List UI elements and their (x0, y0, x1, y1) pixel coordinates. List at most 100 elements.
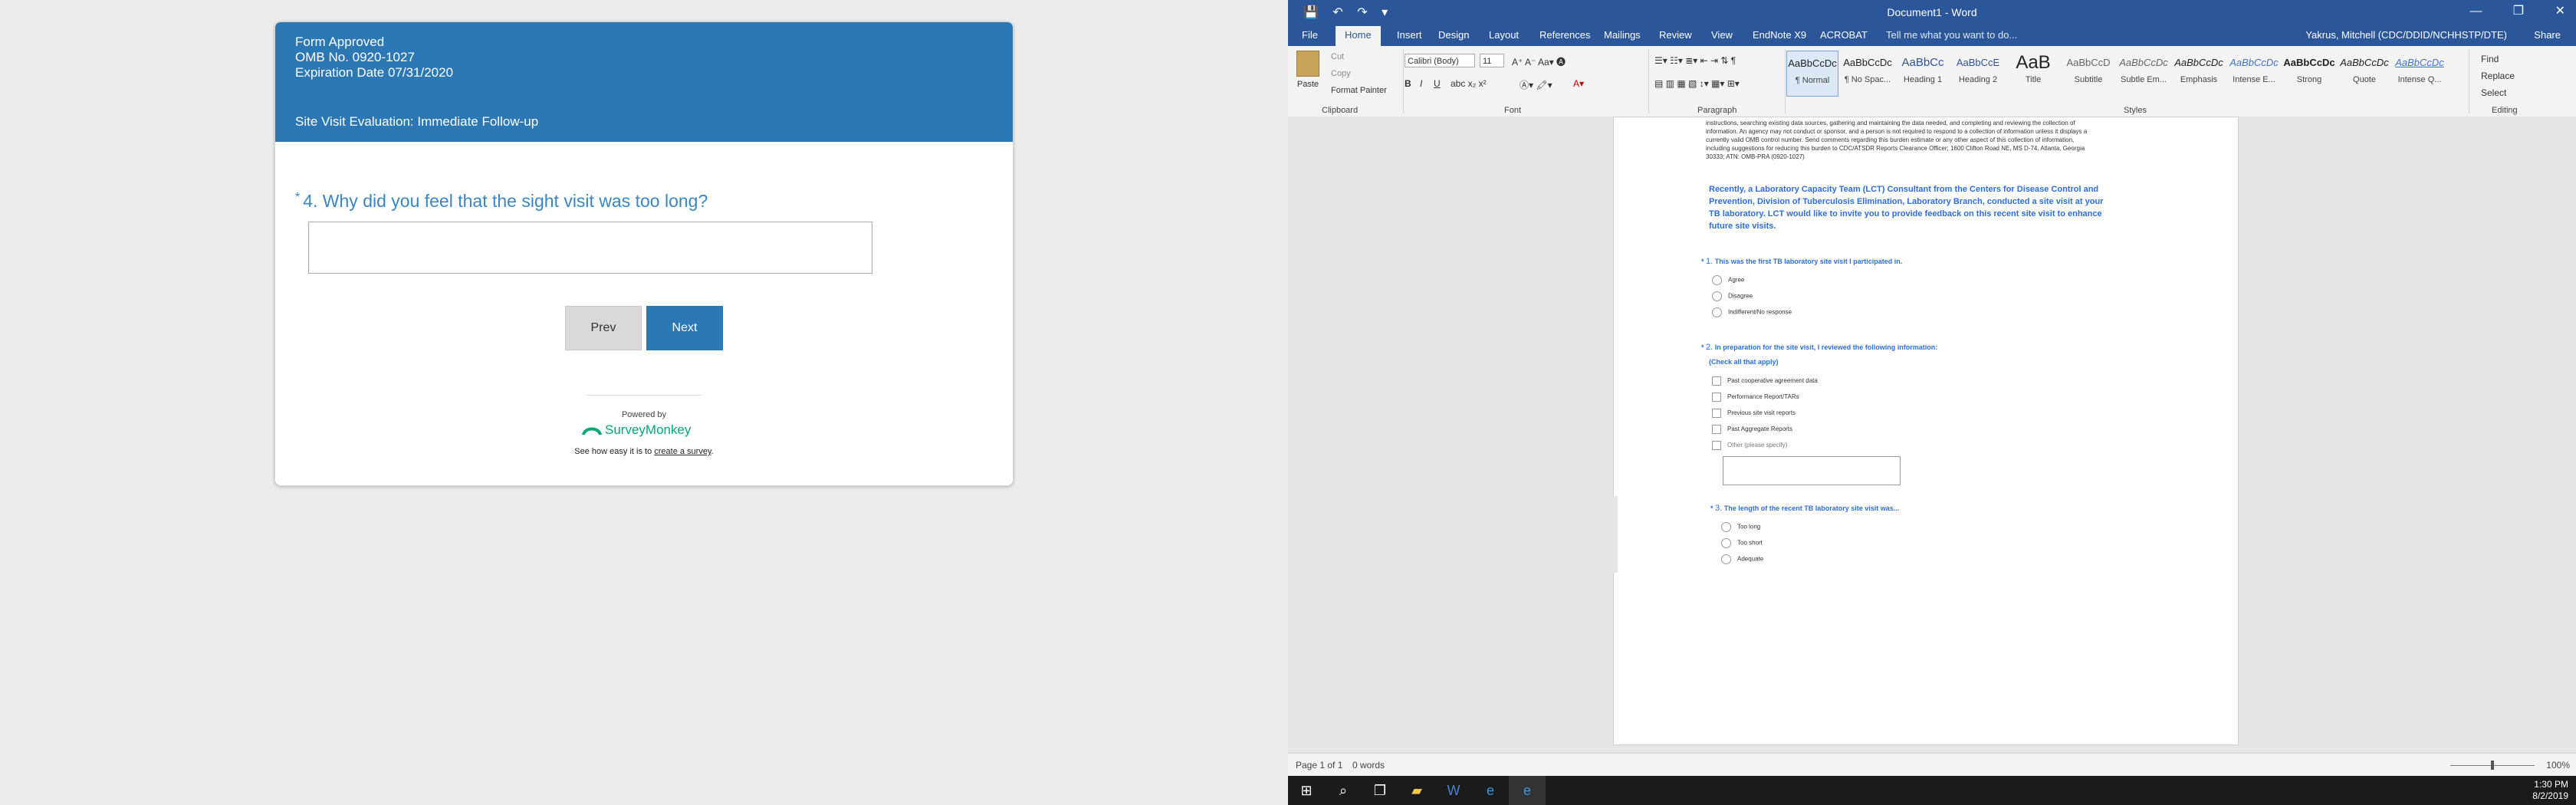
alignment-icons[interactable]: ▤ ▥ ▦ ▧ ↕▾ ▦▾ ⊞▾ (1654, 78, 1740, 89)
q2-option[interactable]: Past Aggregate Reports (1712, 425, 1792, 434)
next-button[interactable]: Next (646, 306, 723, 350)
style-subtitle[interactable]: AaBbCcD Subtitle (2062, 51, 2114, 97)
restore-icon[interactable]: ❐ (2513, 5, 2524, 18)
style-subtle-emphasis[interactable]: AaBbCcDc Subtle Em... (2118, 51, 2170, 97)
q2-option[interactable]: Performance Report/TARs (1712, 393, 1799, 402)
q2-option-other[interactable]: Other (please specify) (1712, 441, 1787, 450)
bold-icon[interactable]: B (1405, 78, 1411, 89)
zoom-slider-thumb[interactable] (2491, 761, 2494, 770)
intro-line: Recently, a Laboratory Capacity Team (LC… (1709, 185, 2099, 194)
tab-insert[interactable]: Insert (1397, 29, 1422, 41)
document-canvas[interactable]: instructions, searching existing data so… (1288, 117, 2576, 753)
page-count[interactable]: Page 1 of 1 (1296, 760, 1342, 770)
form-approved-text: Form Approved (295, 34, 385, 49)
format-painter-button[interactable]: Format Painter (1331, 86, 1387, 95)
answer-textbox[interactable] (308, 222, 872, 274)
font-name-box[interactable]: Calibri (Body) (1405, 54, 1475, 67)
see-how-prefix: See how easy it is to (574, 447, 655, 456)
tab-review[interactable]: Review (1659, 29, 1692, 41)
style-quote[interactable]: AaBbCcDc Quote (2338, 51, 2390, 97)
edge-browser-icon[interactable]: e (1472, 776, 1509, 805)
group-separator (1648, 49, 1649, 113)
prev-button[interactable]: Prev (565, 306, 642, 350)
q1-option[interactable]: Agree (1712, 275, 1744, 285)
font-group: Calibri (Body) 11 A⁺ A⁻ Aa▾ 🅐 B I U abc … (1405, 46, 1642, 117)
radio-icon (1712, 307, 1722, 317)
tab-acrobat[interactable]: ACROBAT (1820, 29, 1868, 41)
word-app-icon[interactable]: W (1435, 776, 1472, 805)
style-intense-quote[interactable]: AaBbCcDc Intense Q... (2394, 51, 2446, 97)
tab-endnote[interactable]: EndNote X9 (1753, 29, 1806, 41)
replace-button[interactable]: Replace (2481, 71, 2515, 81)
other-specify-box[interactable] (1723, 456, 1901, 485)
tab-references[interactable]: References (1539, 29, 1590, 41)
windows-start-icon[interactable]: ⊞ (1288, 776, 1325, 805)
q2-option[interactable]: Previous site visit reports (1712, 409, 1796, 418)
share-button[interactable]: Share (2534, 29, 2561, 41)
document-page[interactable]: instructions, searching existing data so… (1607, 117, 2239, 745)
strikethrough-icon[interactable]: abc x₂ x² (1451, 78, 1487, 89)
tab-home[interactable]: Home (1336, 26, 1381, 46)
bullets-numbering-icons[interactable]: ☰▾ ☷▾ ≣▾ ⇤ ⇥ ⇅ ¶ (1654, 55, 1736, 66)
style-emphasis[interactable]: AaBbCcDc Emphasis (2173, 51, 2225, 97)
user-name[interactable]: Yakrus, Mitchell (CDC/DDID/NCHHSTP/DTE) (2305, 29, 2507, 41)
style-intense-emphasis[interactable]: AaBbCcDc Intense E... (2228, 51, 2280, 97)
find-button[interactable]: Find (2481, 54, 2499, 64)
checkbox-icon (1712, 393, 1721, 402)
omb-info: Form Approved OMB No. 0920-1027 Expirati… (295, 34, 453, 80)
question-2-note: (Check all that apply) (1709, 358, 1779, 366)
q1-option[interactable]: Disagree (1712, 291, 1753, 301)
style-normal[interactable]: AaBbCcDc ¶ Normal (1786, 51, 1838, 97)
tab-layout[interactable]: Layout (1489, 29, 1519, 41)
tab-design[interactable]: Design (1438, 29, 1469, 41)
tell-me-search[interactable]: Tell me what you want to do... (1886, 29, 2017, 41)
omb-number-text: OMB No. 0920-1027 (295, 50, 415, 64)
word-count[interactable]: 0 words (1352, 760, 1385, 770)
tab-file[interactable]: File (1302, 29, 1318, 41)
style-strong[interactable]: AaBbCcDc Strong (2283, 51, 2335, 97)
search-icon[interactable]: ⌕ (1325, 776, 1362, 805)
grow-shrink-font-icons[interactable]: A⁺ A⁻ Aa▾ 🅐 (1512, 55, 1566, 68)
style-heading-1[interactable]: AaBbCc Heading 1 (1897, 51, 1949, 97)
ribbon-tabs: File Home Insert Design Layout Reference… (1288, 25, 2576, 46)
create-survey-link[interactable]: create a survey (654, 447, 711, 456)
intro-line: TB laboratory. LCT would like to invite … (1709, 209, 2102, 219)
zoom-level[interactable]: 100% (2546, 760, 2570, 770)
tab-view[interactable]: View (1711, 29, 1733, 41)
title-bar: 💾 ↶ ↷ ▾ Document1 - Word — ❐ ✕ (1288, 0, 2576, 25)
q3-option[interactable]: Adequate (1721, 554, 1763, 564)
q1-option[interactable]: Indifferent/No response (1712, 307, 1792, 317)
tab-mailings[interactable]: Mailings (1604, 29, 1641, 41)
burden-line: instructions, searching existing data so… (1706, 120, 2075, 127)
style-heading-2[interactable]: AaBbCcE Heading 2 (1952, 51, 2004, 97)
word-window: 💾 ↶ ↷ ▾ Document1 - Word — ❐ ✕ File Home… (1288, 0, 2576, 805)
surveymonkey-logo[interactable]: SurveyMonkey (582, 422, 691, 439)
surveymonkey-brand: SurveyMonkey (605, 422, 692, 437)
ribbon-home: Paste Cut Copy Format Painter Clipboard … (1288, 46, 2576, 117)
paste-button[interactable]: Paste (1294, 51, 1322, 89)
task-view-icon[interactable]: ❐ (1362, 776, 1398, 805)
q3-option[interactable]: Too short (1721, 538, 1763, 548)
select-button[interactable]: Select (2481, 87, 2506, 98)
style-title[interactable]: AaB Title (2007, 51, 2059, 97)
edge-browser-active-icon[interactable]: e (1509, 776, 1546, 805)
copy-button[interactable]: Copy (1331, 69, 1351, 78)
file-explorer-icon[interactable]: ▰ (1398, 776, 1435, 805)
question-2: * 2. In preparation for the site visit, … (1701, 343, 1938, 352)
radio-icon (1712, 291, 1722, 301)
q3-option[interactable]: Too long (1721, 522, 1760, 532)
underline-icon[interactable]: U (1434, 78, 1441, 89)
system-clock[interactable]: 1:30 PM 8/2/2019 (2532, 779, 2568, 802)
cut-button[interactable]: Cut (1331, 52, 1344, 61)
clock-time: 1:30 PM (2534, 779, 2568, 790)
burden-line: currently valid OMB control number. Send… (1706, 136, 2075, 143)
font-size-box[interactable]: 11 (1480, 54, 1504, 67)
italic-icon[interactable]: I (1420, 78, 1422, 89)
text-effects-icon[interactable]: Ⓐ▾ 🖍▾ (1520, 78, 1552, 91)
font-color-icon[interactable]: A▾ (1573, 78, 1584, 89)
q2-option[interactable]: Past cooperative agreement data (1712, 376, 1818, 386)
styles-group-label: Styles (2124, 106, 2147, 115)
style-no-spacing[interactable]: AaBbCcDc ¶ No Spac... (1842, 51, 1894, 97)
minimize-icon[interactable]: — (2469, 5, 2482, 18)
close-icon[interactable]: ✕ (2555, 5, 2565, 18)
